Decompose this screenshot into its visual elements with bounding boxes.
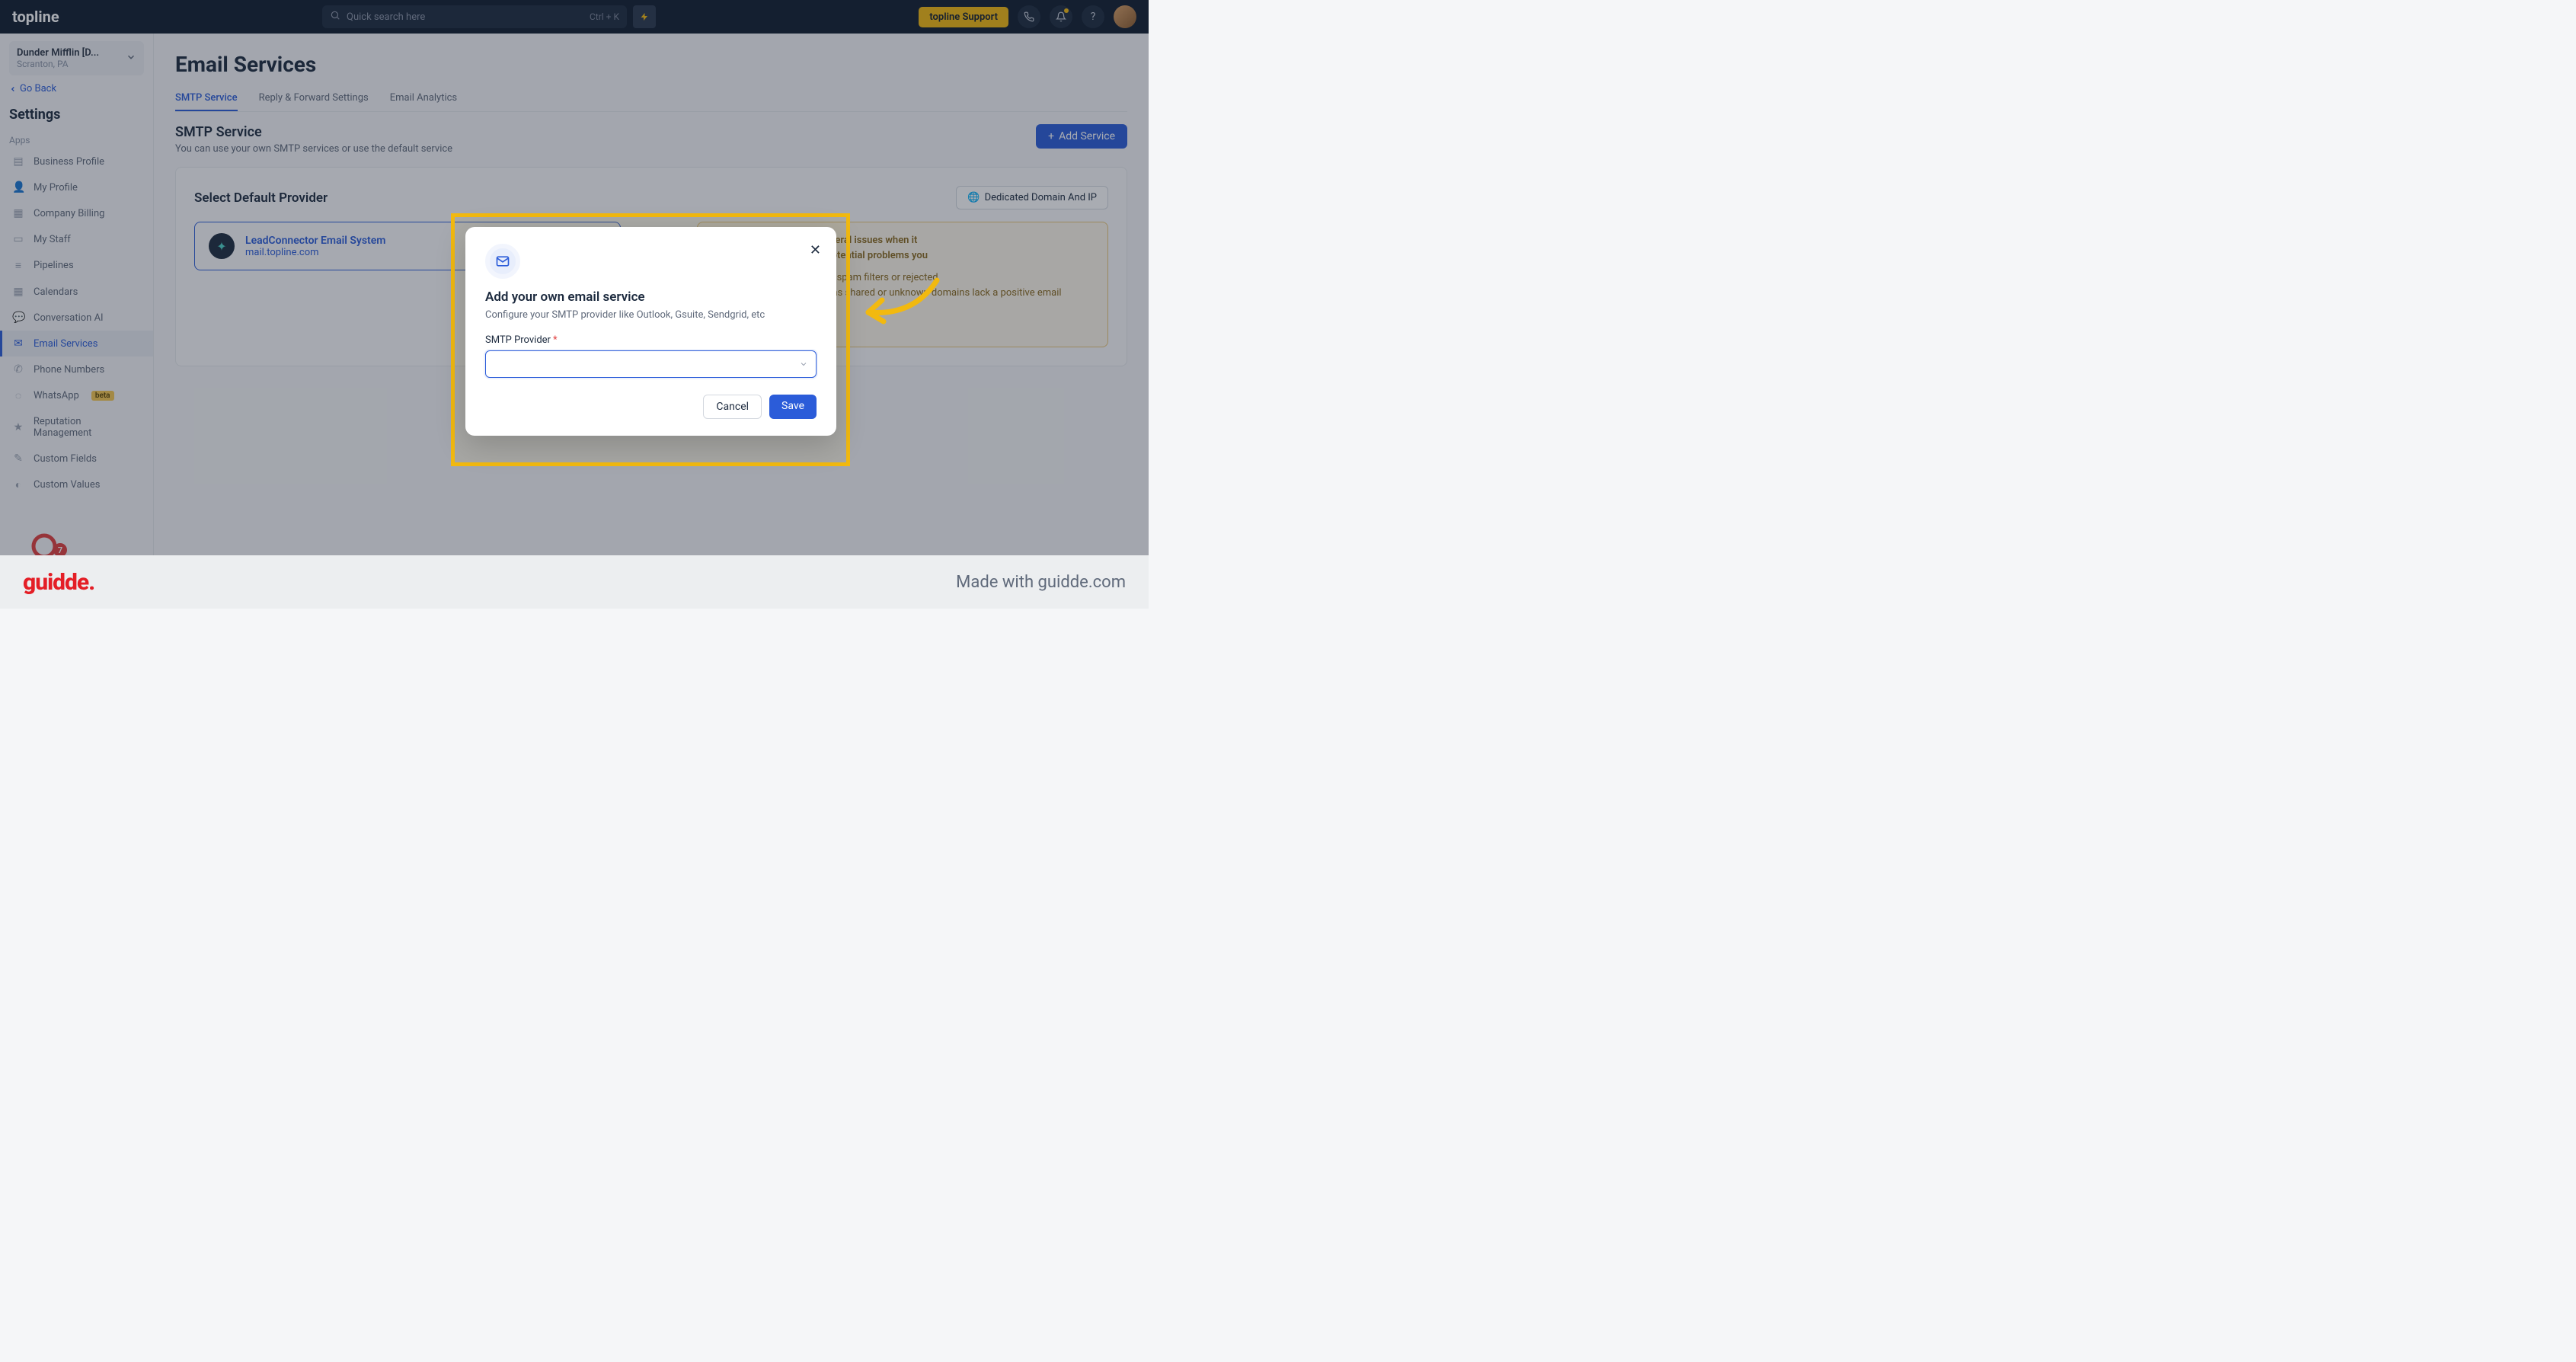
smtp-provider-select[interactable] <box>485 350 817 378</box>
modal-sub: Configure your SMTP provider like Outloo… <box>485 309 817 321</box>
smtp-provider-label: SMTP Provider* <box>485 334 817 346</box>
guidde-made-with: Made with guidde.com <box>956 573 1126 592</box>
add-email-service-modal: ✕ Add your own email service Configure y… <box>465 227 836 436</box>
arrow-annotation <box>853 274 944 335</box>
guidde-footer: guidde. Made with guidde.com <box>0 555 1149 609</box>
modal-title: Add your own email service <box>485 289 817 305</box>
cancel-button[interactable]: Cancel <box>703 395 762 419</box>
save-button[interactable]: Save <box>769 395 817 419</box>
mail-icon-modal <box>485 244 520 279</box>
guidde-logo: guidde. <box>23 569 94 596</box>
chevron-down-icon <box>799 357 808 372</box>
close-icon[interactable]: ✕ <box>810 242 821 258</box>
